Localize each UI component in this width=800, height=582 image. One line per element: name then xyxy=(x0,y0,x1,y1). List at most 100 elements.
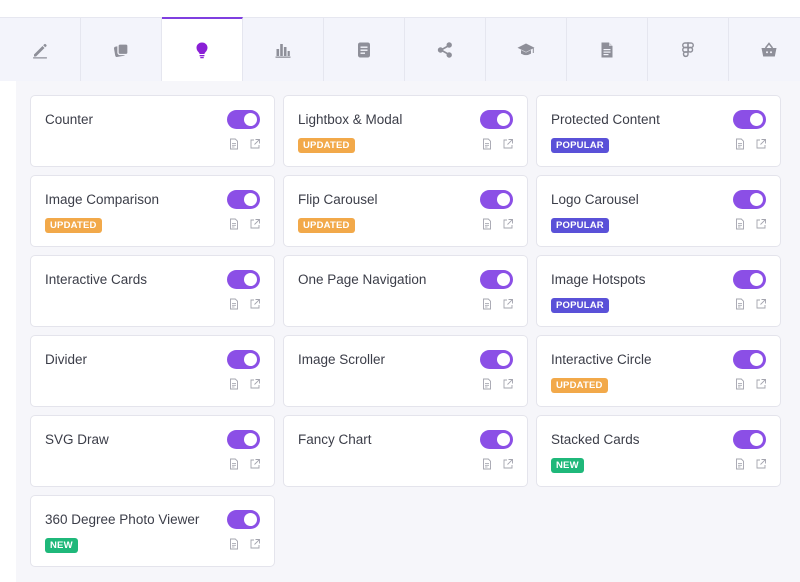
widget-toggle[interactable] xyxy=(227,270,260,289)
status-badge: UPDATED xyxy=(298,138,355,153)
external-link-icon[interactable] xyxy=(502,298,514,310)
documentation-icon[interactable] xyxy=(481,458,493,470)
toggle-knob xyxy=(244,273,257,286)
external-link-icon[interactable] xyxy=(502,218,514,230)
toggle-knob xyxy=(244,433,257,446)
documentation-icon[interactable] xyxy=(734,218,746,230)
widget-toggle[interactable] xyxy=(733,110,766,129)
widget-card: SVG Draw xyxy=(30,415,275,487)
status-badge: NEW xyxy=(551,458,584,473)
tab-graduation-cap[interactable] xyxy=(486,18,567,81)
basket-icon xyxy=(760,41,778,59)
widget-title: SVG Draw xyxy=(45,432,109,447)
widget-toggle[interactable] xyxy=(480,190,513,209)
widgets-panel: Counter Lightbox & Modal UPDATED Protected … xyxy=(16,81,800,582)
toggle-knob xyxy=(244,113,257,126)
widget-card: Interactive Circle UPDATED xyxy=(536,335,781,407)
status-badge: POPULAR xyxy=(551,138,609,153)
pencil-icon xyxy=(31,41,49,59)
widget-toggle[interactable] xyxy=(227,430,260,449)
widget-toggle[interactable] xyxy=(480,110,513,129)
widget-title: Fancy Chart xyxy=(298,432,372,447)
widget-card: Image Hotspots POPULAR xyxy=(536,255,781,327)
documentation-icon[interactable] xyxy=(481,378,493,390)
toggle-knob xyxy=(750,193,763,206)
widget-card: One Page Navigation xyxy=(283,255,528,327)
widget-toggle[interactable] xyxy=(227,110,260,129)
widget-title: Lightbox & Modal xyxy=(298,112,403,127)
tab-figma[interactable] xyxy=(648,18,729,81)
external-link-icon[interactable] xyxy=(755,298,767,310)
external-link-icon[interactable] xyxy=(755,458,767,470)
status-badge: POPULAR xyxy=(551,298,609,313)
status-badge: UPDATED xyxy=(551,378,608,393)
status-badge: POPULAR xyxy=(551,218,609,233)
external-link-icon[interactable] xyxy=(249,298,261,310)
tab-basket[interactable] xyxy=(729,18,800,81)
widget-toggle[interactable] xyxy=(227,350,260,369)
widget-toggle[interactable] xyxy=(480,430,513,449)
toggle-knob xyxy=(497,273,510,286)
documentation-icon[interactable] xyxy=(481,218,493,230)
external-link-icon[interactable] xyxy=(755,138,767,150)
documentation-icon[interactable] xyxy=(228,138,240,150)
external-link-icon[interactable] xyxy=(502,458,514,470)
tab-copy[interactable] xyxy=(81,18,162,81)
external-link-icon[interactable] xyxy=(502,138,514,150)
external-link-icon[interactable] xyxy=(249,218,261,230)
tab-document[interactable] xyxy=(324,18,405,81)
widget-toggle[interactable] xyxy=(733,350,766,369)
widget-toggle[interactable] xyxy=(733,430,766,449)
external-link-icon[interactable] xyxy=(755,218,767,230)
tab-file-text[interactable] xyxy=(567,18,648,81)
toggle-knob xyxy=(244,513,257,526)
toggle-knob xyxy=(244,353,257,366)
documentation-icon[interactable] xyxy=(734,138,746,150)
documentation-icon[interactable] xyxy=(734,298,746,310)
tab-lightbulb[interactable] xyxy=(162,17,243,81)
documentation-icon[interactable] xyxy=(228,458,240,470)
widget-toggle[interactable] xyxy=(227,510,260,529)
widget-grid: Counter Lightbox & Modal UPDATED Protected … xyxy=(30,95,781,567)
toggle-knob xyxy=(750,353,763,366)
widget-card: Flip Carousel UPDATED xyxy=(283,175,528,247)
toggle-knob xyxy=(497,353,510,366)
toggle-knob xyxy=(750,273,763,286)
widget-toggle[interactable] xyxy=(733,190,766,209)
tab-bar-chart[interactable] xyxy=(243,18,324,81)
widget-toggle[interactable] xyxy=(480,270,513,289)
widget-card: Interactive Cards xyxy=(30,255,275,327)
widget-card: Lightbox & Modal UPDATED xyxy=(283,95,528,167)
document-icon xyxy=(355,41,373,59)
external-link-icon[interactable] xyxy=(249,138,261,150)
widget-card: Fancy Chart xyxy=(283,415,528,487)
external-link-icon[interactable] xyxy=(755,378,767,390)
toggle-knob xyxy=(750,113,763,126)
documentation-icon[interactable] xyxy=(481,138,493,150)
widget-toggle[interactable] xyxy=(227,190,260,209)
widget-card: Stacked Cards NEW xyxy=(536,415,781,487)
documentation-icon[interactable] xyxy=(734,458,746,470)
documentation-icon[interactable] xyxy=(228,218,240,230)
widget-card: Divider xyxy=(30,335,275,407)
figma-icon xyxy=(679,41,697,59)
documentation-icon[interactable] xyxy=(734,378,746,390)
documentation-icon[interactable] xyxy=(228,298,240,310)
widget-toggle[interactable] xyxy=(480,350,513,369)
documentation-icon[interactable] xyxy=(481,298,493,310)
external-link-icon[interactable] xyxy=(502,378,514,390)
toggle-knob xyxy=(497,433,510,446)
tab-pencil[interactable] xyxy=(0,18,81,81)
documentation-icon[interactable] xyxy=(228,538,240,550)
widget-title: Interactive Cards xyxy=(45,272,148,287)
widget-toggle[interactable] xyxy=(733,270,766,289)
documentation-icon[interactable] xyxy=(228,378,240,390)
external-link-icon[interactable] xyxy=(249,378,261,390)
widget-card: 360 Degree Photo Viewer NEW xyxy=(30,495,275,567)
widget-title: Protected Content xyxy=(551,112,660,127)
toggle-knob xyxy=(497,113,510,126)
external-link-icon[interactable] xyxy=(249,538,261,550)
status-badge: NEW xyxy=(45,538,78,553)
tab-share[interactable] xyxy=(405,18,486,81)
external-link-icon[interactable] xyxy=(249,458,261,470)
